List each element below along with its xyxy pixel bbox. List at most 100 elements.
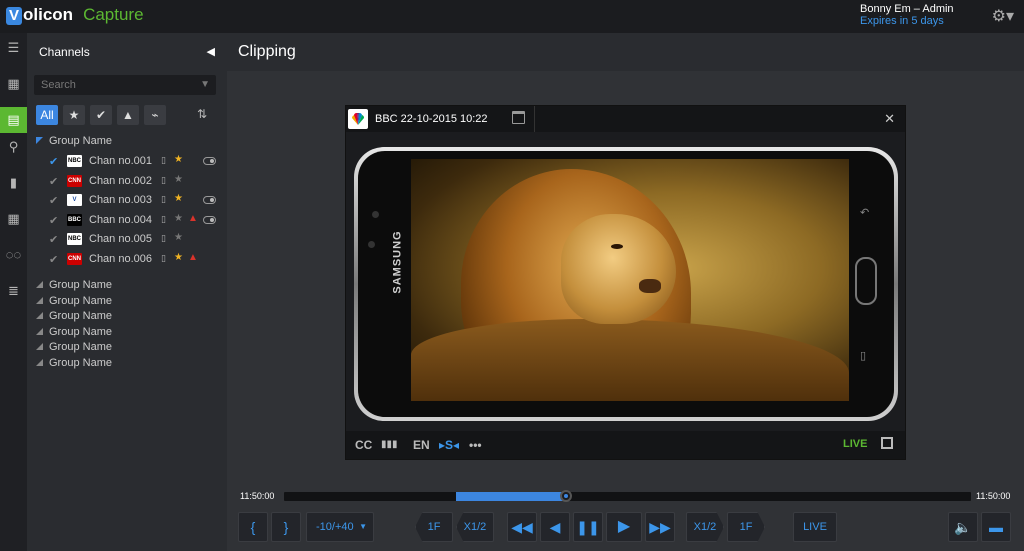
- check-icon[interactable]: ✔: [49, 175, 58, 188]
- fullscreen-icon[interactable]: [881, 437, 893, 449]
- channel-row[interactable]: ✔ BBC Chan no.004 ▯ ★ ▲: [49, 212, 224, 230]
- channel-row[interactable]: ✔ NBC Chan no.001 ▯ ★: [49, 153, 224, 171]
- subtitles-button[interactable]: ▸S◂: [439, 438, 459, 452]
- group-collapsed[interactable]: Group Name: [36, 341, 112, 353]
- group-label: Group Name: [49, 357, 112, 369]
- back-icon: ↶: [860, 207, 870, 219]
- group-collapsed[interactable]: Group Name: [36, 295, 112, 307]
- timeline-selection[interactable]: [455, 492, 566, 501]
- collapsed-triangle-icon: [36, 296, 43, 304]
- header-divider: [534, 106, 535, 132]
- filter-all-button[interactable]: All: [36, 105, 58, 125]
- collapse-icon[interactable]: ◀: [207, 45, 215, 58]
- slow-forward-button[interactable]: X1/2: [686, 512, 724, 542]
- volume-button[interactable]: 🔈: [948, 512, 978, 542]
- live-indicator[interactable]: LIVE: [843, 438, 867, 450]
- mark-out-button[interactable]: }: [271, 512, 301, 542]
- pause-button[interactable]: ❚❚: [573, 512, 603, 542]
- list-icon[interactable]: ≣: [0, 278, 27, 304]
- lion-face: [561, 214, 676, 324]
- cc-button[interactable]: CC: [355, 438, 372, 452]
- toggle-switch[interactable]: [203, 196, 216, 204]
- volicon-logo[interactable]: Volicon Capture: [6, 5, 144, 25]
- video-player: BBC 22-10-2015 10:22 ✕ SAMSUNG ↶ ▯ CC ▮▮…: [345, 105, 906, 460]
- toggle-switch[interactable]: [203, 157, 216, 165]
- star-icon[interactable]: ★: [174, 174, 183, 185]
- star-icon[interactable]: ★: [174, 154, 183, 165]
- group-collapsed[interactable]: Group Name: [36, 279, 112, 291]
- step-back-frame-button[interactable]: 1F: [415, 512, 453, 542]
- volume-icon: 🔈: [954, 519, 972, 535]
- check-icon[interactable]: ✔: [49, 233, 58, 246]
- language-button[interactable]: EN: [413, 438, 430, 452]
- star-icon[interactable]: ★: [174, 193, 183, 204]
- channel-name: Chan no.005: [89, 233, 152, 245]
- calendar-icon[interactable]: [512, 111, 525, 124]
- offset-select[interactable]: -10/+40 ▼: [306, 512, 374, 542]
- collapsed-triangle-icon: [36, 312, 43, 320]
- signal-off-icon[interactable]: ⌁: [144, 105, 166, 125]
- sort-icon[interactable]: ⇅: [197, 107, 207, 121]
- live-button[interactable]: LIVE: [793, 512, 837, 542]
- star-icon[interactable]: ★: [63, 105, 85, 125]
- channels-sidebar: Channels ◀ Search ▼ All ★ ✔ ▲ ⌁ ⇅ Group …: [27, 33, 227, 551]
- back-button[interactable]: ◀: [540, 512, 570, 542]
- star-icon[interactable]: ★: [174, 232, 183, 243]
- star-icon[interactable]: ★: [174, 213, 183, 224]
- mark-in-button[interactable]: {: [238, 512, 268, 542]
- timeline-handle[interactable]: [559, 490, 572, 502]
- group-open[interactable]: Group Name: [36, 135, 112, 147]
- menu-icon[interactable]: ☰: [0, 35, 27, 61]
- gear-icon[interactable]: ⚙▾: [992, 6, 1014, 26]
- warning-icon[interactable]: ▲: [117, 105, 139, 125]
- check-icon[interactable]: ✔: [49, 194, 58, 207]
- play-back-icon: ◀: [549, 519, 561, 535]
- phone-frame: SAMSUNG ↶ ▯: [354, 147, 898, 421]
- play-button[interactable]: ▶: [606, 512, 642, 542]
- group-label: Group Name: [49, 310, 112, 323]
- camera-icon: [372, 211, 379, 218]
- group-collapsed[interactable]: Group Name: [36, 357, 112, 369]
- group-label: Group Name: [49, 294, 112, 307]
- film-icon[interactable]: ▦: [0, 71, 27, 97]
- clip-icon[interactable]: ▤: [0, 107, 27, 133]
- filter-icon[interactable]: ▼: [200, 79, 210, 90]
- channel-row[interactable]: ✔ NBC Chan no.005 ▯ ★: [49, 231, 224, 249]
- collapsed-triangle-icon: [36, 343, 43, 351]
- step-forward-frame-button[interactable]: 1F: [727, 512, 765, 542]
- voicemail-icon[interactable]: ◌◌: [0, 242, 27, 268]
- slow-back-button[interactable]: X1/2: [456, 512, 494, 542]
- channel-row[interactable]: ✔ CNN Chan no.006 ▯ ★ ▲: [49, 251, 224, 269]
- bookmark-icon[interactable]: ▮: [0, 170, 27, 196]
- group-collapsed[interactable]: Group Name: [36, 326, 112, 338]
- phone-body: SAMSUNG ↶ ▯: [358, 151, 894, 417]
- channel-row[interactable]: ✔ CNN Chan no.002 ▯ ★: [49, 173, 224, 191]
- check-icon[interactable]: ✔: [49, 214, 58, 227]
- mobile-icon: ▯: [161, 194, 166, 204]
- check-icon[interactable]: ✔: [49, 155, 58, 168]
- bars-icon[interactable]: ▮▮▮: [381, 439, 398, 450]
- channel-row[interactable]: ✔ V Chan no.003 ▯ ★: [49, 192, 224, 210]
- table-icon[interactable]: ▦: [0, 206, 27, 232]
- timeline: 11:50:00 11:50:00: [227, 488, 1024, 508]
- expand-triangle-icon: [36, 137, 43, 144]
- close-icon[interactable]: ✕: [884, 111, 895, 127]
- video-frame[interactable]: [411, 159, 849, 401]
- more-button[interactable]: •••: [469, 438, 482, 452]
- page-title: Clipping: [238, 43, 296, 60]
- user-info[interactable]: Bonny Em – Admin Expires in 5 days: [860, 3, 980, 27]
- channel-name: Chan no.002: [89, 174, 152, 187]
- layout-button[interactable]: ▬: [981, 512, 1011, 542]
- rewind-button[interactable]: ◀◀: [507, 512, 537, 542]
- channel-logo: BBC: [67, 213, 82, 226]
- fast-forward-button[interactable]: ▶▶: [645, 512, 675, 542]
- search-input[interactable]: Search ▼: [34, 75, 216, 95]
- timeline-track[interactable]: [284, 490, 971, 502]
- star-icon[interactable]: ★: [174, 252, 183, 263]
- check-icon[interactable]: ✔: [49, 253, 58, 266]
- group-label: Group Name: [49, 341, 112, 354]
- search-icon[interactable]: ⚲: [0, 134, 27, 160]
- check-icon[interactable]: ✔: [90, 105, 112, 125]
- toggle-switch[interactable]: [203, 215, 216, 224]
- group-collapsed[interactable]: Group Name: [36, 310, 112, 322]
